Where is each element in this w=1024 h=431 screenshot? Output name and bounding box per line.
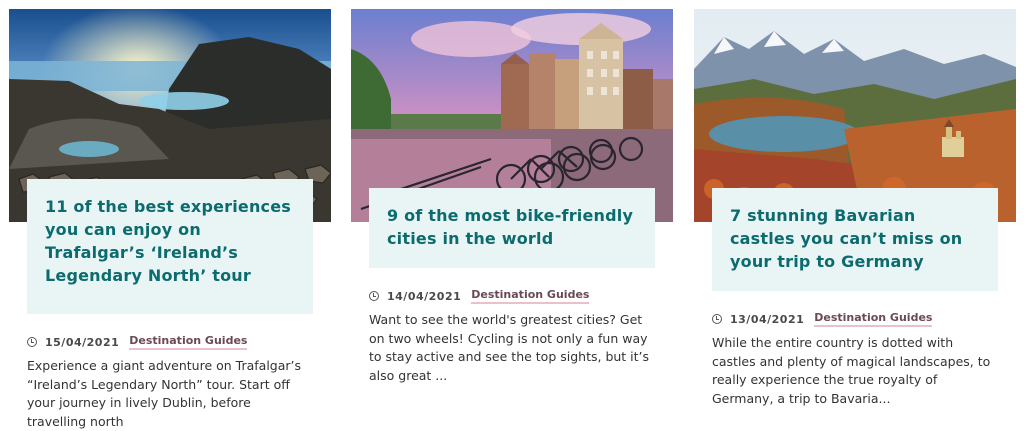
article-title[interactable]: 7 stunning Bavarian castles you can’t mi… <box>730 204 982 273</box>
article-date: 14/04/2021 <box>387 289 462 303</box>
article-title[interactable]: 9 of the most bike-friendly cities in th… <box>387 204 639 250</box>
article-meta: 13/04/2021 Destination Guides <box>712 311 933 327</box>
article-title-box: 9 of the most bike-friendly cities in th… <box>369 188 655 268</box>
article-date: 15/04/2021 <box>45 335 120 349</box>
article-excerpt: Want to see the world's greatest cities?… <box>369 312 650 383</box>
article-card-3[interactable]: 7 stunning Bavarian castles you can’t mi… <box>694 0 1016 406</box>
article-title[interactable]: 11 of the best experiences you can enjoy… <box>45 195 297 287</box>
article-card-1[interactable]: 11 of the best experiences you can enjoy… <box>9 0 331 429</box>
article-meta: 15/04/2021 Destination Guides <box>27 334 248 350</box>
category-link[interactable]: Destination Guides <box>814 311 933 327</box>
clock-icon <box>369 291 379 301</box>
article-excerpt: While the entire country is dotted with … <box>712 335 991 406</box>
article-card-2[interactable]: 9 of the most bike-friendly cities in th… <box>351 0 673 406</box>
category-link[interactable]: Destination Guides <box>129 334 248 350</box>
clock-icon <box>712 314 722 324</box>
article-title-box: 11 of the best experiences you can enjoy… <box>27 179 313 314</box>
category-link[interactable]: Destination Guides <box>471 288 590 304</box>
article-title-box: 7 stunning Bavarian castles you can’t mi… <box>712 188 998 291</box>
article-date: 13/04/2021 <box>730 312 805 326</box>
article-excerpt: Experience a giant adventure on Trafalga… <box>27 358 302 429</box>
article-meta: 14/04/2021 Destination Guides <box>369 288 590 304</box>
clock-icon <box>27 337 37 347</box>
